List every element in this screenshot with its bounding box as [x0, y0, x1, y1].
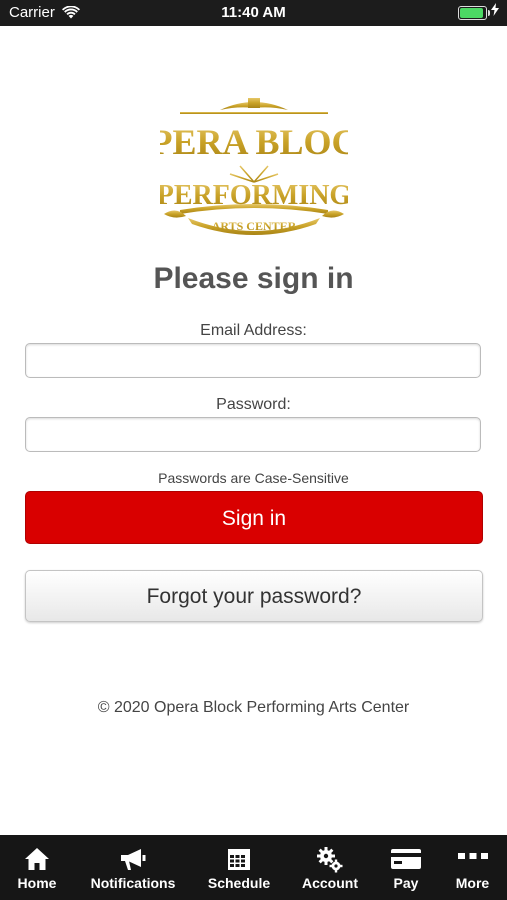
tab-pay-label: Pay	[393, 875, 419, 891]
home-icon	[25, 848, 49, 870]
tab-home-label: Home	[17, 875, 57, 891]
opera-block-logo: OPERA BLOCK PERFORMING ARTS CENTER	[160, 98, 348, 235]
megaphone-icon	[121, 849, 146, 870]
logo-line3: ARTS CENTER	[212, 219, 297, 233]
forgot-password-button[interactable]: Forgot your password?	[25, 570, 483, 622]
calendar-icon	[228, 849, 250, 870]
tab-notifications[interactable]: Notifications	[74, 835, 192, 900]
password-field[interactable]	[25, 417, 481, 452]
tab-bar: Home Notifications Schedule Account Pay …	[0, 835, 507, 900]
sign-in-button[interactable]: Sign in	[25, 491, 483, 544]
charging-bolt-icon	[491, 3, 499, 16]
tab-home[interactable]: Home	[0, 835, 74, 900]
tab-schedule-label: Schedule	[207, 875, 271, 891]
page-title: Please sign in	[153, 262, 354, 295]
battery-level-fill	[460, 8, 483, 18]
tab-pay[interactable]: Pay	[374, 835, 438, 900]
tab-more-label: More	[455, 875, 490, 891]
case-sensitive-hint: Passwords are Case-Sensitive	[158, 470, 349, 486]
logo-line1: OPERA BLOCK	[160, 122, 348, 162]
tab-more[interactable]: More	[438, 835, 507, 900]
tab-account[interactable]: Account	[286, 835, 374, 900]
clock: 11:40 AM	[221, 4, 286, 21]
email-label: Email Address:	[200, 322, 307, 339]
gears-icon	[317, 847, 343, 873]
more-icon	[457, 853, 488, 859]
battery-icon	[458, 6, 490, 20]
credit-card-icon	[391, 849, 421, 869]
password-label: Password:	[216, 396, 291, 413]
tab-schedule[interactable]: Schedule	[192, 835, 286, 900]
tab-account-label: Account	[302, 875, 358, 891]
tab-notifications-label: Notifications	[90, 875, 176, 891]
status-bar: Carrier 11:40 AM	[0, 0, 507, 26]
email-field[interactable]	[25, 343, 481, 378]
copyright-text: © 2020 Opera Block Performing Arts Cente…	[97, 699, 410, 716]
